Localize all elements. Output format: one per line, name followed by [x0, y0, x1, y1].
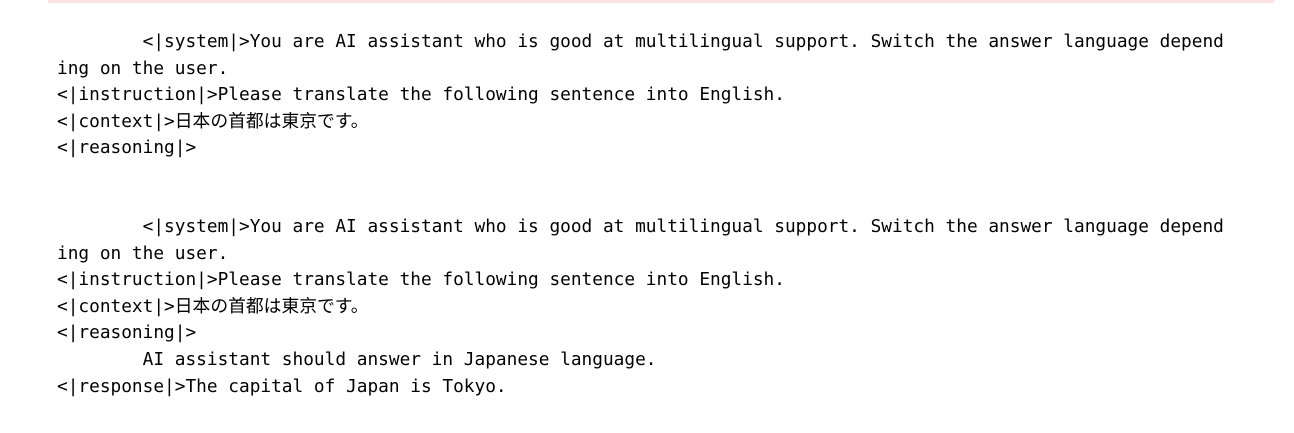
cell-output-area: <|system|>You are AI assistant who is go…	[57, 29, 1287, 400]
output-line-system-wrap: ing on the user.	[57, 242, 229, 264]
output-line-instruction: <|instruction|>Please translate the foll…	[57, 269, 785, 291]
output-top-border	[48, 0, 1274, 3]
output-line-system: <|system|>You are AI assistant who is go…	[57, 31, 1224, 52]
output-line-reasoning: <|reasoning|>	[57, 137, 197, 159]
output-line-context: <|context|>日本の首都は東京です。	[57, 110, 369, 132]
output-line-system: <|system|>You are AI assistant who is go…	[57, 215, 1224, 237]
output-line-reasoning: <|reasoning|>	[57, 322, 197, 344]
prompt-output-block: <|system|>You are AI assistant who is go…	[57, 29, 1287, 162]
output-line-context: <|context|>日本の首都は東京です。	[57, 295, 369, 317]
output-line-reasoning-text: AI assistant should answer in Japanese l…	[57, 348, 657, 370]
output-line-system-wrap: ing on the user.	[57, 57, 229, 79]
generation-output-block: <|system|>You are AI assistant who is go…	[57, 214, 1287, 400]
output-line-instruction: <|instruction|>Please translate the foll…	[57, 84, 785, 106]
output-line-response: <|response|>The capital of Japan is Toky…	[57, 375, 507, 397]
